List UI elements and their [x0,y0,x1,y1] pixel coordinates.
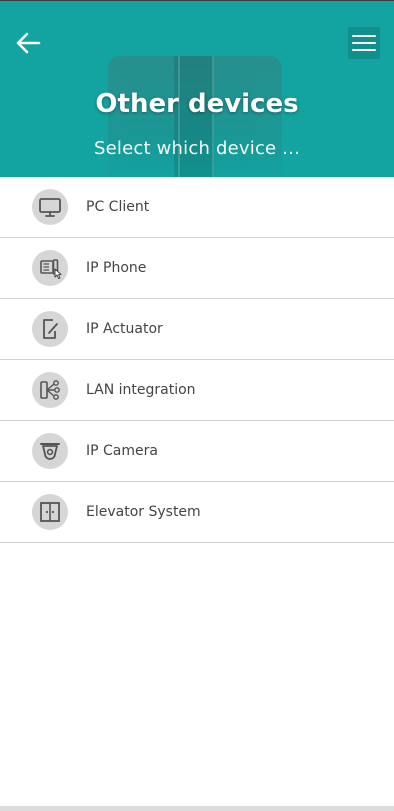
list-item-elevator-system[interactable]: Elevator System [0,482,394,543]
list-item-pc-client[interactable]: PC Client [0,177,394,238]
list-item-ip-camera[interactable]: IP Camera [0,421,394,482]
camera-icon [32,433,68,469]
device-list: PC Client IP Phone IP Actuator LAN integ… [0,177,394,543]
lan-share-icon [32,372,68,408]
list-item-label: IP Actuator [86,321,163,337]
hamburger-menu-icon [352,35,376,51]
bottom-bar [0,806,394,811]
list-item-ip-phone[interactable]: IP Phone [0,238,394,299]
page-title: Other devices [95,89,299,119]
list-item-label: IP Camera [86,443,158,459]
ip-phone-icon [32,250,68,286]
menu-button[interactable] [348,27,380,59]
list-item-label: LAN integration [86,382,196,398]
list-item-label: IP Phone [86,260,147,276]
list-item-ip-actuator[interactable]: IP Actuator [0,299,394,360]
back-button[interactable] [12,29,44,57]
list-item-label: PC Client [86,199,150,215]
monitor-icon [32,189,68,225]
header: Other devices Select which device ... [0,1,394,177]
list-item-lan-integration[interactable]: LAN integration [0,360,394,421]
actuator-icon [32,311,68,347]
page-subtitle: Select which device ... [93,138,301,159]
back-arrow-icon [16,32,41,54]
list-item-label: Elevator System [86,504,201,520]
elevator-icon [32,494,68,530]
